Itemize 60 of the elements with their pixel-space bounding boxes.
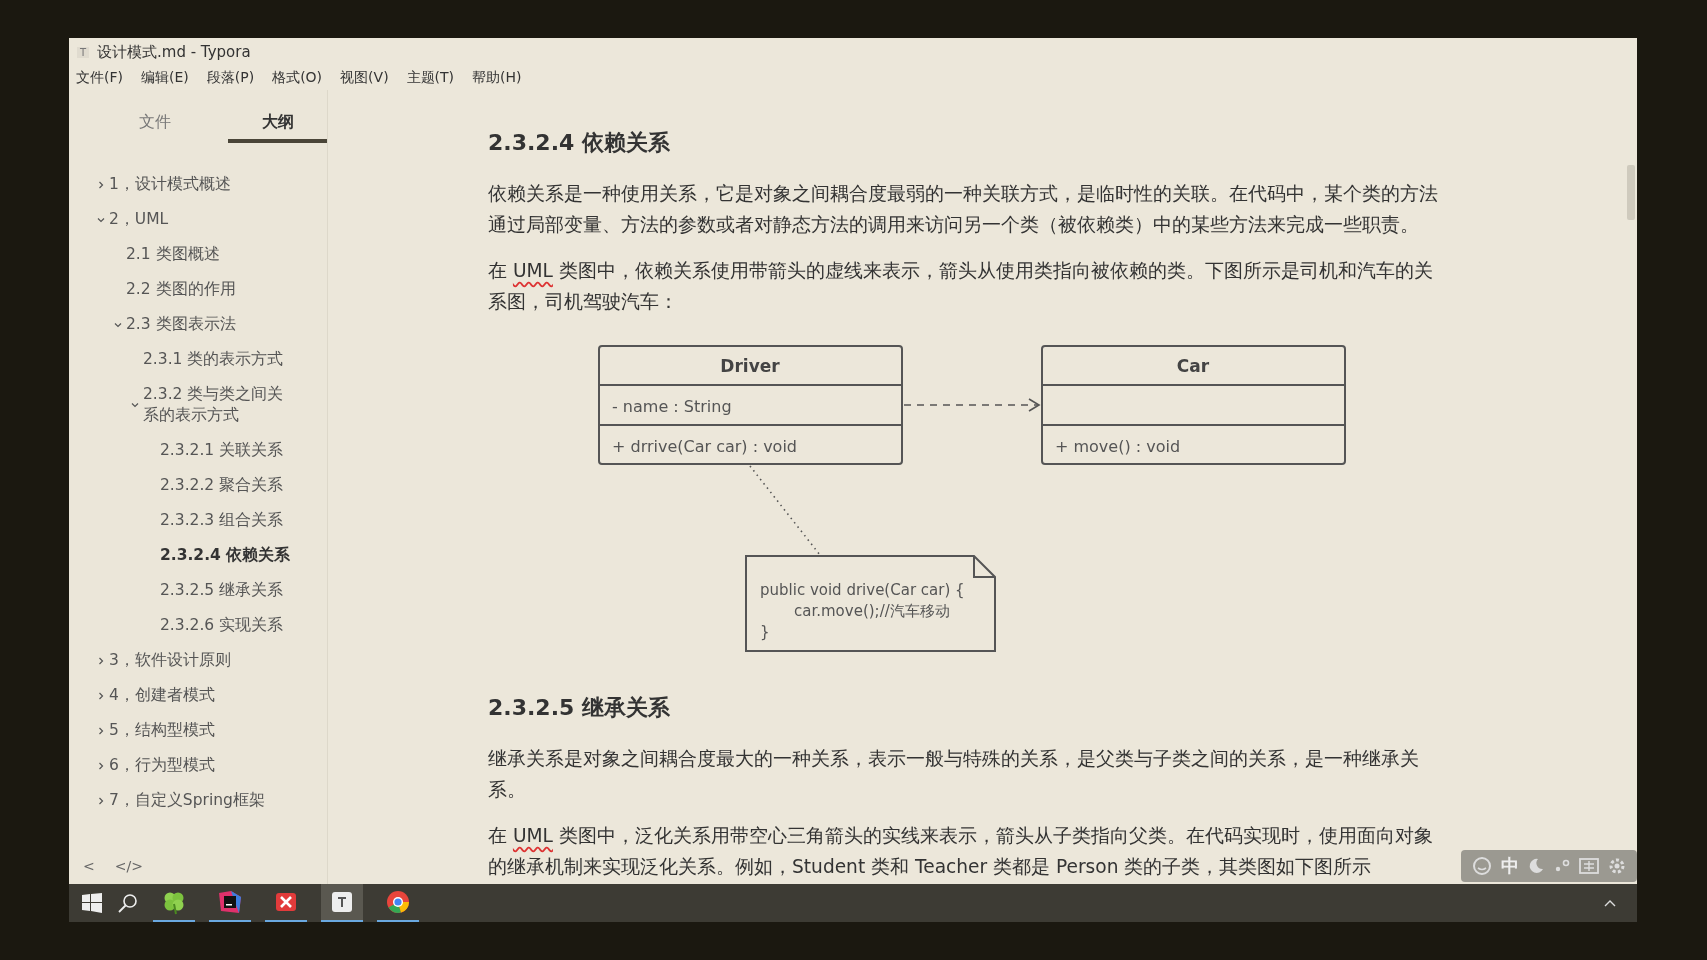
outline-item[interactable]: 2.3.2.2 聚合关系: [160, 475, 284, 496]
class-method: + drrive(Car car) : void: [612, 437, 797, 456]
taskbar-app[interactable]: [321, 884, 363, 922]
menu-item[interactable]: 编辑(E): [138, 66, 195, 90]
app-icon: T: [77, 46, 89, 58]
note-text: public void drive(Car car) {: [760, 581, 965, 599]
section-heading: 2.3.2.5 继承关系: [488, 694, 671, 722]
outline-item[interactable]: 2.1 类图概述: [126, 244, 220, 265]
menu-item[interactable]: 帮助(H): [469, 66, 528, 90]
browser-icon: [385, 889, 411, 915]
paragraph: 继承关系是对象之间耦合度最大的一种关系，表示一般与特殊的关系，是父类与子类之间的关系，是一种继承关系。: [488, 747, 1420, 802]
search-icon[interactable]: [117, 892, 139, 914]
class-method: + move() : void: [1055, 437, 1181, 456]
class-name: Car: [1176, 356, 1210, 376]
paragraph: 在 UML 类图中，依赖关系使用带箭头的虚线来表示，箭头从使用类指向被依赖的类。下图所示是司机和汽车的关系图，司机驾驶汽车：: [488, 259, 1434, 314]
footer-button[interactable]: <: [81, 858, 97, 874]
chevron-right-icon[interactable]: [96, 179, 106, 190]
outline-item[interactable]: 2，UML: [109, 209, 169, 230]
menu-item[interactable]: 文件(F): [73, 66, 129, 90]
paragraph: 依赖关系是一种使用关系，它是对象之间耦合度最弱的一种关联方式，是临时性的关联。在代码中，某个类的方法通过局部变量、方法的参数或者对静态方法的调用来访问另一个类（被依赖类）中的某些方法来完成一些职责。: [488, 182, 1439, 237]
sidebar-tab[interactable]: 文件: [105, 108, 204, 143]
outline-item[interactable]: 3，软件设计原则: [109, 650, 231, 671]
menu-item[interactable]: 格式(O): [269, 66, 329, 90]
menu-item[interactable]: 视图(V): [337, 66, 395, 90]
footer-button[interactable]: </>: [112, 858, 145, 874]
sidebar-tab[interactable]: 大纲: [228, 108, 327, 143]
chevron-right-icon[interactable]: [96, 690, 106, 701]
outline-item[interactable]: 2.3.2.6 实现关系: [160, 615, 284, 636]
windows-start-icon[interactable]: [81, 892, 103, 914]
outline-item[interactable]: 2.3 类图表示法: [126, 314, 236, 335]
note-text: car.move();//汽车移动: [794, 602, 950, 620]
chevron-right-icon[interactable]: [96, 655, 106, 666]
outline-item[interactable]: 2.3.2.4 依赖关系: [160, 545, 291, 566]
outline-item[interactable]: 5，结构型模式: [109, 720, 215, 741]
ide-icon: [217, 889, 243, 915]
outline-item[interactable]: 2.3.2.3 组合关系: [160, 510, 284, 531]
class-attribute: - name : String: [612, 397, 732, 416]
menu-item[interactable]: 主题(T): [403, 66, 461, 90]
outline-item[interactable]: 2.2 类图的作用: [126, 279, 236, 300]
outline-item[interactable]: 6，行为型模式: [109, 755, 215, 776]
paragraph: 在 UML 类图中，泛化关系用带空心三角箭头的实线来表示，箭头从子类指向父类。在代码实现时，使用面向对象的继承机制来实现泛化关系。例如，Student 类和 Teacher 类都是 Person 类的子类，其类图如下图所示: [488, 824, 1434, 879]
chevron-right-icon[interactable]: [96, 795, 106, 806]
outline-item[interactable]: 2.3.2.5 继承关系: [160, 580, 284, 601]
outline-item[interactable]: 7，自定义Spring框架: [109, 790, 265, 811]
section-heading: 2.3.2.4 依赖关系: [488, 129, 671, 157]
typora-app-icon: [329, 889, 355, 915]
window-title: 设计模式.md - Typora: [97, 42, 251, 62]
chevron-up-icon[interactable]: [1603, 898, 1617, 908]
scrollbar-thumb[interactable]: [1627, 165, 1635, 220]
chevron-right-icon[interactable]: [96, 725, 106, 736]
class-name: Driver: [720, 356, 780, 376]
note-text: }: [760, 623, 770, 641]
outline-item[interactable]: 2.3.2.1 关联关系: [160, 440, 284, 461]
chevron-right-icon[interactable]: [96, 760, 106, 771]
outline-item[interactable]: 2.3.1 类的表示方式: [143, 349, 284, 370]
outline-item[interactable]: 4，创建者模式: [109, 685, 215, 706]
menu-item[interactable]: 段落(P): [203, 66, 261, 90]
chevron-down-icon[interactable]: [130, 400, 140, 410]
outline-item[interactable]: 1，设计模式概述: [109, 174, 231, 195]
outline-item[interactable]: 2.3.2 类与类之间关系的表示方式: [143, 384, 293, 426]
